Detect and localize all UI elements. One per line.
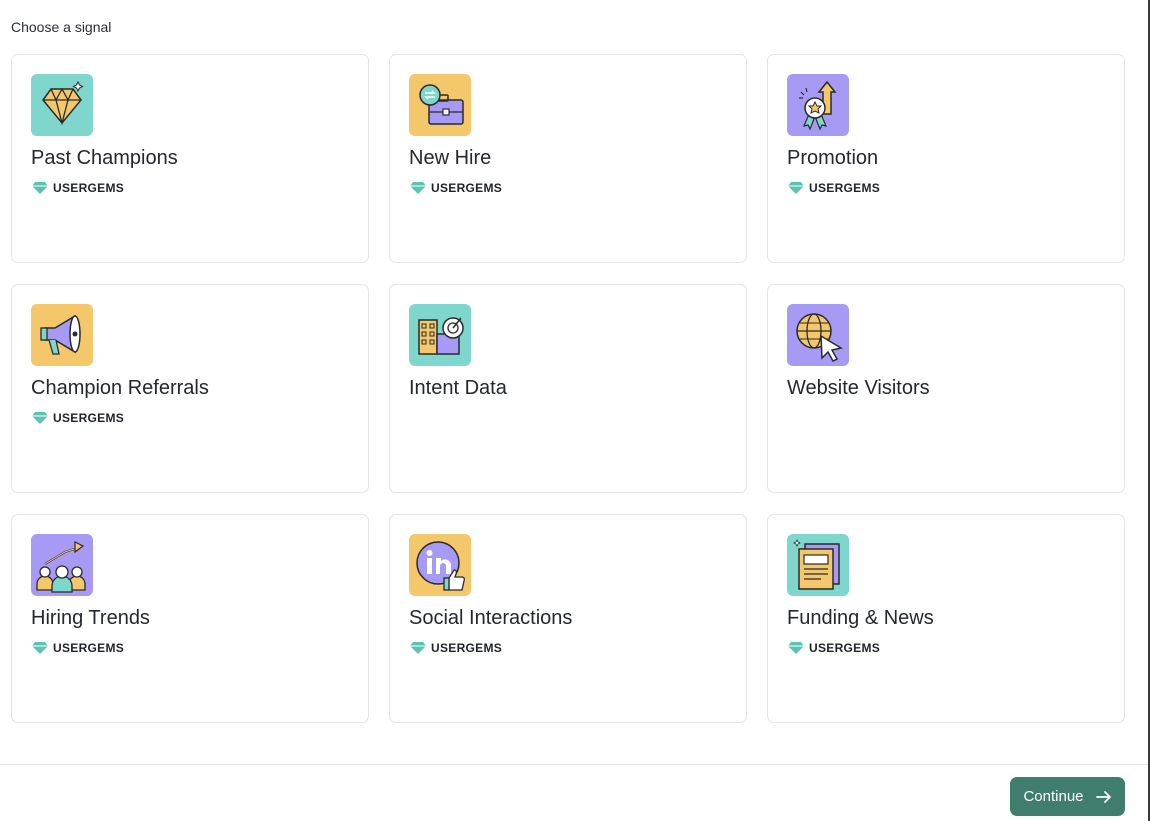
gem-icon	[32, 642, 48, 654]
megaphone-icon	[31, 304, 93, 366]
gem-icon	[410, 182, 426, 194]
brand-label: USERGEMS	[809, 641, 881, 655]
gem-icon	[32, 182, 48, 194]
gem-icon	[410, 642, 426, 654]
card-title: Hiring Trends	[31, 607, 150, 629]
signal-card-website-visitors[interactable]: Website Visitors	[767, 284, 1125, 493]
brand-label: USERGEMS	[431, 641, 503, 655]
signal-card-past-champions[interactable]: Past Champions USERGEMS	[11, 54, 369, 263]
signal-card-champion-referrals[interactable]: Champion Referrals USERGEMS	[11, 284, 369, 493]
signal-card-intent-data[interactable]: Intent Data	[389, 284, 747, 493]
brand-label: USERGEMS	[53, 411, 125, 425]
card-title: Funding & News	[787, 607, 934, 629]
usergems-badge: USERGEMS	[787, 641, 880, 655]
people-growth-icon	[31, 534, 93, 596]
card-title: Intent Data	[409, 377, 507, 399]
signal-card-new-hire[interactable]: New Hire USERGEMS	[389, 54, 747, 263]
continue-label: Continue	[1023, 788, 1084, 805]
gem-icon	[788, 182, 804, 194]
continue-button[interactable]: Continue	[1010, 777, 1125, 816]
brand-label: USERGEMS	[53, 641, 125, 655]
gem-icon	[788, 642, 804, 654]
brand-label: USERGEMS	[53, 181, 125, 195]
award-arrow-icon	[787, 74, 849, 136]
usergems-badge: USERGEMS	[31, 181, 124, 195]
card-title: Past Champions	[31, 147, 178, 169]
diamond-icon	[31, 74, 93, 136]
signal-grid: Past Champions USERGEMS New Hire USERGEM…	[11, 54, 1125, 723]
usergems-badge: USERGEMS	[31, 411, 124, 425]
card-title: Promotion	[787, 147, 879, 169]
brand-label: USERGEMS	[431, 181, 503, 195]
footer-divider	[0, 764, 1148, 765]
usergems-badge: USERGEMS	[409, 181, 502, 195]
briefcase-icon	[409, 74, 471, 136]
linkedin-like-icon	[409, 534, 471, 596]
building-target-icon	[409, 304, 471, 366]
signal-card-social-interactions[interactable]: Social Interactions USERGEMS	[389, 514, 747, 723]
card-title: New Hire	[409, 147, 492, 169]
usergems-badge: USERGEMS	[787, 181, 880, 195]
brand-label: USERGEMS	[809, 181, 881, 195]
signal-card-hiring-trends[interactable]: Hiring Trends USERGEMS	[11, 514, 369, 723]
newspaper-icon	[787, 534, 849, 596]
signal-card-funding-news[interactable]: Funding & News USERGEMS	[767, 514, 1125, 723]
usergems-badge: USERGEMS	[31, 641, 124, 655]
arrow-right-icon	[1095, 790, 1111, 803]
signal-card-promotion[interactable]: Promotion USERGEMS	[767, 54, 1125, 263]
card-title: Website Visitors	[787, 377, 930, 399]
usergems-badge: USERGEMS	[409, 641, 502, 655]
globe-cursor-icon	[787, 304, 849, 366]
card-title: Social Interactions	[409, 607, 573, 629]
gem-icon	[32, 412, 48, 424]
page-heading: Choose a signal	[11, 19, 112, 35]
card-title: Champion Referrals	[31, 377, 209, 399]
